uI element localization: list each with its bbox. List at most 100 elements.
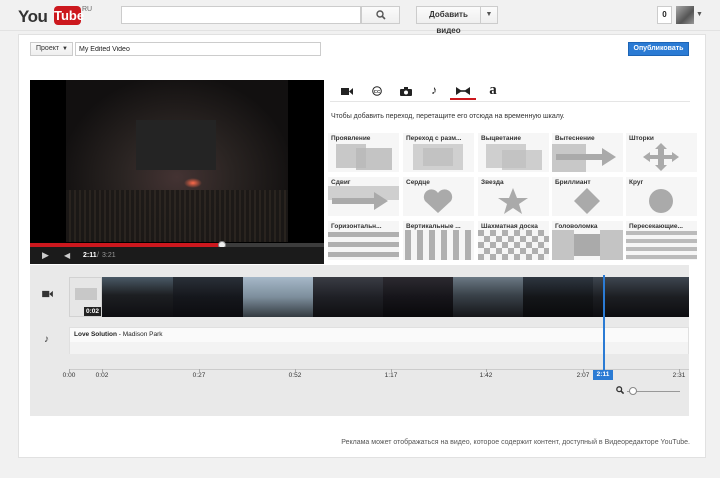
timeline-audio-track[interactable]: Love Solution - Madison Park — [69, 327, 689, 354]
transition-circle[interactable]: Круг — [626, 177, 697, 216]
audio-artist: Madison Park — [122, 331, 163, 338]
volume-icon[interactable]: ◀ — [64, 247, 70, 264]
transition-label: Бриллиант — [555, 179, 591, 186]
notifications-count[interactable]: 0 — [657, 6, 672, 24]
tab-audio[interactable]: ♪ — [421, 82, 447, 100]
tab-captions[interactable]: CC — [364, 82, 390, 100]
transition-slide[interactable]: Сдвиг — [328, 177, 399, 216]
transition-arrow-right[interactable]: Вытеснение — [552, 133, 623, 172]
transition-label: Круг — [629, 179, 644, 186]
video-crowd-shape — [66, 190, 288, 242]
transition-label: Шахматная доска — [481, 223, 538, 230]
timeline-clip-thumbnail[interactable] — [453, 277, 523, 317]
transition-blur[interactable]: Переход с разм... — [403, 133, 474, 172]
audio-track-waveform-area — [70, 342, 688, 354]
transition-fade2[interactable]: Выцветание — [478, 133, 549, 172]
tab-transitions[interactable] — [450, 82, 476, 100]
transition-puzzle[interactable]: Головоломка — [552, 221, 623, 260]
timeline-clip-thumbnail[interactable] — [102, 277, 173, 317]
zoom-icon — [616, 386, 625, 396]
transition-label: Переход с разм... — [406, 135, 462, 142]
cc-icon: CC — [372, 86, 382, 96]
transition-diamond[interactable]: Бриллиант — [552, 177, 623, 216]
timeline-clip-thumbnail[interactable] — [383, 277, 453, 317]
upload-button[interactable]: Добавить видео — [416, 6, 481, 35]
chevron-down-icon: ▼ — [485, 11, 493, 18]
player-time-separator: / — [97, 252, 99, 259]
transition-checker-icon — [478, 230, 549, 260]
clip-thumbnail-placeholder — [75, 288, 97, 300]
project-menu-button[interactable]: Проект ▼ — [30, 42, 73, 56]
transition-fade[interactable]: Проявление — [328, 133, 399, 172]
music-note-icon: ♪ — [431, 83, 437, 97]
logo-region: RU — [82, 6, 93, 13]
transition-hbars[interactable]: Горизонтальн... — [328, 221, 399, 260]
transition-fade2-icon — [486, 144, 542, 170]
transition-circle-icon — [649, 189, 673, 213]
transition-label: Горизонтальн... — [331, 223, 382, 230]
publish-button[interactable]: Опубликовать — [628, 42, 689, 56]
transition-hbars-icon — [328, 232, 399, 257]
transition-vbars[interactable]: Вертикальные ... — [403, 221, 474, 260]
play-icon[interactable]: ▶ — [42, 247, 49, 264]
ruler-tick-label: 2:31 — [672, 372, 686, 379]
player-duration: 3:21 — [102, 252, 116, 259]
video-track-icon — [42, 290, 53, 301]
video-stage-shape — [136, 120, 216, 170]
transition-arrow-right-icon — [552, 144, 616, 172]
transition-label: Выцветание — [481, 135, 522, 142]
video-frame — [66, 80, 288, 242]
search-input[interactable] — [121, 6, 361, 24]
transition-heart-icon — [423, 189, 453, 213]
audio-track-label: Love Solution - Madison Park — [74, 331, 163, 338]
account-chevron-down-icon[interactable]: ▼ — [696, 11, 703, 18]
timeline-clip-thumbnail[interactable] — [313, 277, 383, 317]
ruler-tick-label: 0:27 — [192, 372, 206, 379]
text-icon: a — [489, 82, 497, 98]
transition-label: Шторки — [629, 135, 654, 142]
player-controls: ▶ ◀ 2:11 / 3:21 — [30, 247, 324, 264]
timeline-clip-thumbnail[interactable] — [243, 277, 313, 317]
transition-star-icon — [498, 188, 528, 214]
transition-checker[interactable]: Шахматная доска — [478, 221, 549, 260]
timeline-clip-thumbnail[interactable] — [173, 277, 243, 317]
tab-photos[interactable] — [393, 82, 419, 100]
transition-hstripes-icon — [626, 231, 697, 259]
transition-label: Сдвиг — [331, 179, 351, 186]
timeline-video-clips[interactable] — [102, 277, 689, 317]
transition-cross-arrows[interactable]: Шторки — [626, 133, 697, 172]
transition-diamond-icon — [574, 188, 600, 214]
ruler-tick-label: 0:52 — [288, 372, 302, 379]
editor-tabs: CC ♪ a — [330, 80, 690, 102]
player-current-time: 2:11 — [83, 252, 97, 259]
ruler-tick-label: 1:42 — [479, 372, 493, 379]
zoom-slider-handle[interactable] — [629, 387, 637, 395]
transition-blur-icon — [413, 144, 463, 170]
project-title-input[interactable] — [75, 42, 321, 56]
transition-vbars-icon — [405, 230, 471, 260]
ruler-tick-label: 1:17 — [384, 372, 398, 379]
transition-hstripes[interactable]: Пересекающие... — [626, 221, 697, 260]
upload-dropdown-button[interactable]: ▼ — [481, 6, 498, 24]
transition-label: Звезда — [481, 179, 504, 186]
transition-heart[interactable]: Сердце — [403, 177, 474, 216]
transition-star[interactable]: Звезда — [478, 177, 549, 216]
transitions-hint: Чтобы добавить переход, перетащите его о… — [331, 113, 565, 120]
logo-you-text: You — [18, 7, 48, 26]
timeline-clip-thumbnail[interactable] — [523, 277, 593, 317]
timeline-clip-placeholder[interactable]: 0:02 — [69, 277, 102, 317]
clip-duration-badge: 0:02 — [84, 307, 102, 316]
logo-tube-text: Tube — [54, 6, 85, 25]
transition-label: Пересекающие... — [629, 223, 683, 230]
tab-video[interactable] — [334, 82, 360, 100]
avatar[interactable] — [676, 6, 694, 24]
audio-title: Love Solution — [74, 331, 117, 338]
search-button[interactable] — [361, 6, 400, 24]
ruler-tick-label: 2:07 — [576, 372, 590, 379]
timeline-playhead[interactable] — [603, 275, 605, 372]
tab-text[interactable]: a — [480, 82, 506, 100]
chevron-down-icon: ▼ — [62, 46, 68, 52]
video-player[interactable] — [30, 80, 324, 264]
photo-camera-icon — [400, 87, 412, 96]
timeline-clip-thumbnail[interactable] — [593, 277, 689, 317]
